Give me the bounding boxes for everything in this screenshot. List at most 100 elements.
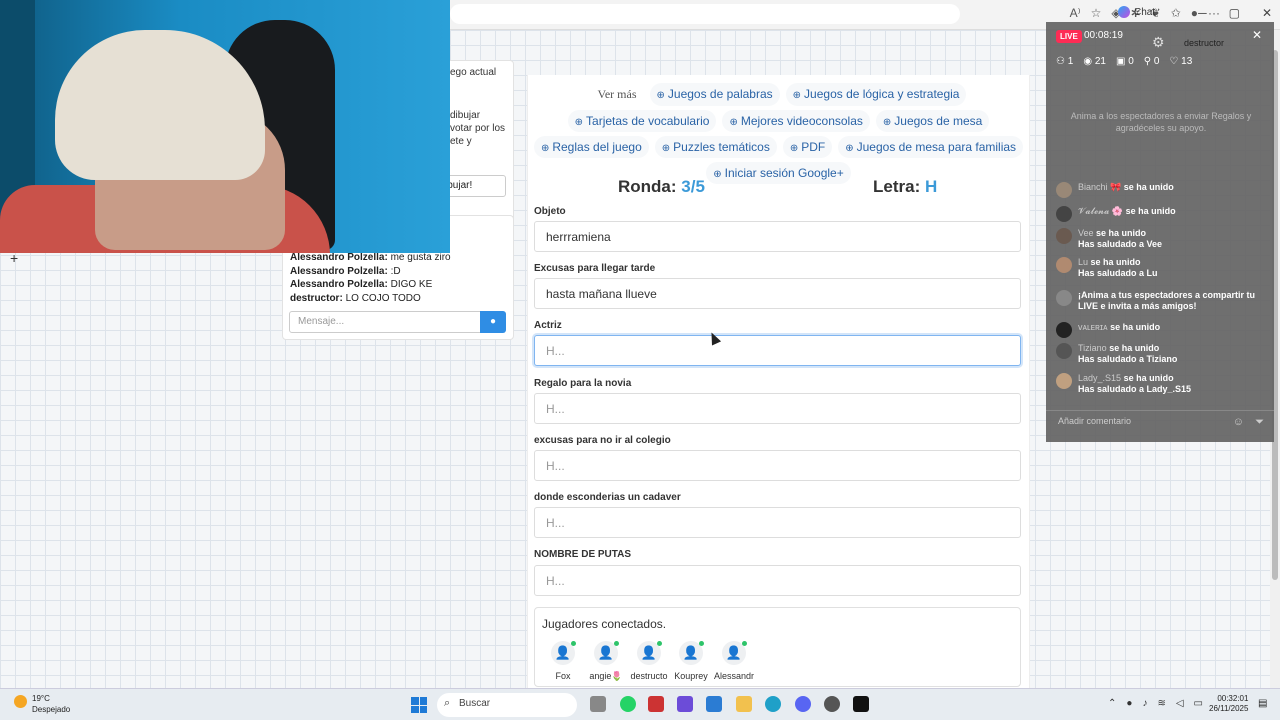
link-chip[interactable]: ⊕ Tarjetas de vocabulario <box>567 110 717 132</box>
players-title: Jugadores conectados. <box>542 617 667 631</box>
window-controls: ─ ▢ ✕ <box>1198 6 1272 20</box>
close-icon[interactable]: ✕ <box>1262 6 1272 20</box>
avatar <box>1056 373 1072 389</box>
live-badge: LIVE <box>1056 30 1082 43</box>
plus-circle-icon: ⊕ <box>789 143 799 154</box>
minimize-icon[interactable]: ─ <box>1198 6 1207 20</box>
live-username: destructor <box>1184 38 1225 48</box>
game-info-line: dibujar <box>450 110 481 121</box>
system-tray: ⌃ ● ♪ ≋ ◁ ▭ <box>1108 698 1203 709</box>
live-comment-input[interactable]: Añadir comentario ☺ ⏷ <box>1046 410 1274 434</box>
live-event: Tiziano se ha unido Has saludado a Tizian… <box>1056 343 1266 365</box>
people-icon: ⚇ 1 <box>1056 56 1074 67</box>
clock[interactable]: 00:32:01 26/11/2025 <box>1209 694 1248 714</box>
copilot-icon[interactable] <box>677 696 693 712</box>
game-info-header: ego actual <box>450 67 497 78</box>
chat-messages: Alessandro Polzella: me gusta ziro Aless… <box>290 251 451 305</box>
sun-icon <box>14 695 27 708</box>
store-icon[interactable] <box>706 696 722 712</box>
link-chip[interactable]: ⊕ Mejores videoconsolas <box>722 110 870 132</box>
start-button[interactable] <box>411 697 427 713</box>
weather-widget[interactable]: 19°C Despejado <box>14 693 70 715</box>
chat-message: destructor: LO COJO TODO <box>290 292 421 304</box>
round-value: 3/5 <box>681 177 705 196</box>
plus-circle-icon: ⊕ <box>792 90 802 101</box>
chat-bubble-icon: ● <box>489 316 497 327</box>
game-info-line: ete y <box>450 136 472 147</box>
related-links: Ver más ⊕ Juegos de palabras ⊕ Juegos de l… <box>527 83 1030 184</box>
answer-field-nombres[interactable]: H... <box>534 565 1021 596</box>
app-icon[interactable] <box>648 696 664 712</box>
whatsapp-icon[interactable] <box>620 696 636 712</box>
field-label: Objeto <box>534 206 566 217</box>
emoji-icon[interactable]: ☺ <box>1233 416 1244 428</box>
link-chip[interactable]: ⊕ Iniciar sesión Google+ <box>706 162 851 184</box>
wifi-icon[interactable]: ≋ <box>1157 698 1165 709</box>
battery-icon[interactable]: ▭ <box>1194 698 1203 709</box>
live-event: Lady_.S15 se ha unido Has saludado a Lady… <box>1056 373 1266 395</box>
online-dot <box>742 641 747 646</box>
answer-field-colegio[interactable]: H... <box>534 450 1021 481</box>
link-chip[interactable]: ⊕ PDF <box>782 136 833 158</box>
tiktok-icon[interactable] <box>853 696 869 712</box>
link-chip[interactable]: ⊕ Juegos de palabras <box>649 83 780 106</box>
link-chip[interactable]: ⊕ Juegos de mesa <box>875 110 990 132</box>
field-label: Regalo para la novia <box>534 378 632 389</box>
discord-icon[interactable] <box>795 696 811 712</box>
avatar <box>1056 206 1072 222</box>
chevron-up-icon[interactable]: ⌃ <box>1108 698 1116 709</box>
share-icon: ⚲ 0 <box>1143 56 1160 67</box>
chat-message: Alessandro Polzella: :D <box>290 265 401 277</box>
live-timer: 00:08:19 <box>1084 30 1123 41</box>
answer-field-excusas[interactable]: hasta mañana llueve <box>534 278 1021 309</box>
volume-icon[interactable]: ◁ <box>1176 698 1184 709</box>
more-label: Ver más <box>597 87 637 101</box>
send-button[interactable]: ● <box>480 311 506 333</box>
online-dot <box>657 641 662 646</box>
app-icon[interactable] <box>824 696 840 712</box>
gear-icon[interactable]: ⚙ <box>1152 34 1165 51</box>
answer-field-actriz[interactable]: H... <box>534 335 1021 366</box>
avatar <box>1056 228 1072 244</box>
plus-circle-icon: ⊕ <box>713 169 722 180</box>
task-view-icon[interactable] <box>590 696 606 712</box>
field-label: Excusas para llegar tarde <box>534 263 656 274</box>
chat-input[interactable]: Mensaje... <box>289 311 481 333</box>
round-indicator: Ronda: 3/5 <box>618 177 705 196</box>
favorites-icon[interactable]: ✩ <box>1171 6 1181 20</box>
player-item[interactable]: 👤 Alessandr <box>709 641 759 681</box>
plus-circle-icon: ⊕ <box>845 143 854 154</box>
field-label: NOMBRE DE PUTAS <box>534 549 632 560</box>
filter-icon[interactable]: ⏷ <box>1255 416 1264 429</box>
letter-indicator: Letra: H <box>873 177 938 196</box>
link-chip[interactable]: ⊕ Juegos de lógica y estrategia <box>785 83 967 106</box>
live-stats: ⚇ 1 ◉ 21 ▣ 0 ⚲ 0 ♡ 13 <box>1056 56 1192 67</box>
link-chip[interactable]: ⊕ Juegos de mesa para familias <box>838 136 1024 158</box>
user-avatar-icon: 👤 <box>594 641 619 665</box>
read-aloud-icon[interactable]: A⁾ <box>1070 6 1081 20</box>
folder-icon[interactable] <box>736 696 752 712</box>
field-label: excusas para no ir al colegio <box>534 435 671 446</box>
user-avatar-icon: 👤 <box>679 641 704 665</box>
copilot-chat-button[interactable]: Chat <box>1118 6 1155 18</box>
app-tray-icon[interactable]: ● <box>1126 698 1132 709</box>
live-event: Lu se ha unido Has saludado a Lu <box>1056 257 1266 279</box>
address-bar[interactable] <box>450 4 960 24</box>
link-chip[interactable]: ⊕ Puzzles temáticos <box>654 136 777 158</box>
online-dot <box>614 641 619 646</box>
edge-icon[interactable] <box>765 696 781 712</box>
answer-field-objeto[interactable]: herrramiena <box>534 221 1021 252</box>
profile-icon[interactable]: ● <box>1191 6 1198 20</box>
answer-field-regalo[interactable]: H... <box>534 393 1021 424</box>
answer-field-cadaver[interactable]: H... <box>534 507 1021 538</box>
link-chip[interactable]: ⊕ Reglas del juego <box>533 136 649 158</box>
search-icon: ⌕ <box>444 697 451 709</box>
game-info-line: votar por los <box>450 123 506 134</box>
maximize-icon[interactable]: ▢ <box>1229 6 1240 20</box>
star-icon[interactable]: ☆ <box>1091 6 1102 20</box>
microphone-icon[interactable]: ♪ <box>1142 698 1147 709</box>
close-icon[interactable]: ✕ <box>1252 28 1262 42</box>
taskbar-search[interactable]: ⌕ Buscar <box>437 693 577 717</box>
notification-icon[interactable]: ▤ <box>1258 698 1267 709</box>
chat-message: Alessandro Polzella: DIGO KE <box>290 279 433 290</box>
